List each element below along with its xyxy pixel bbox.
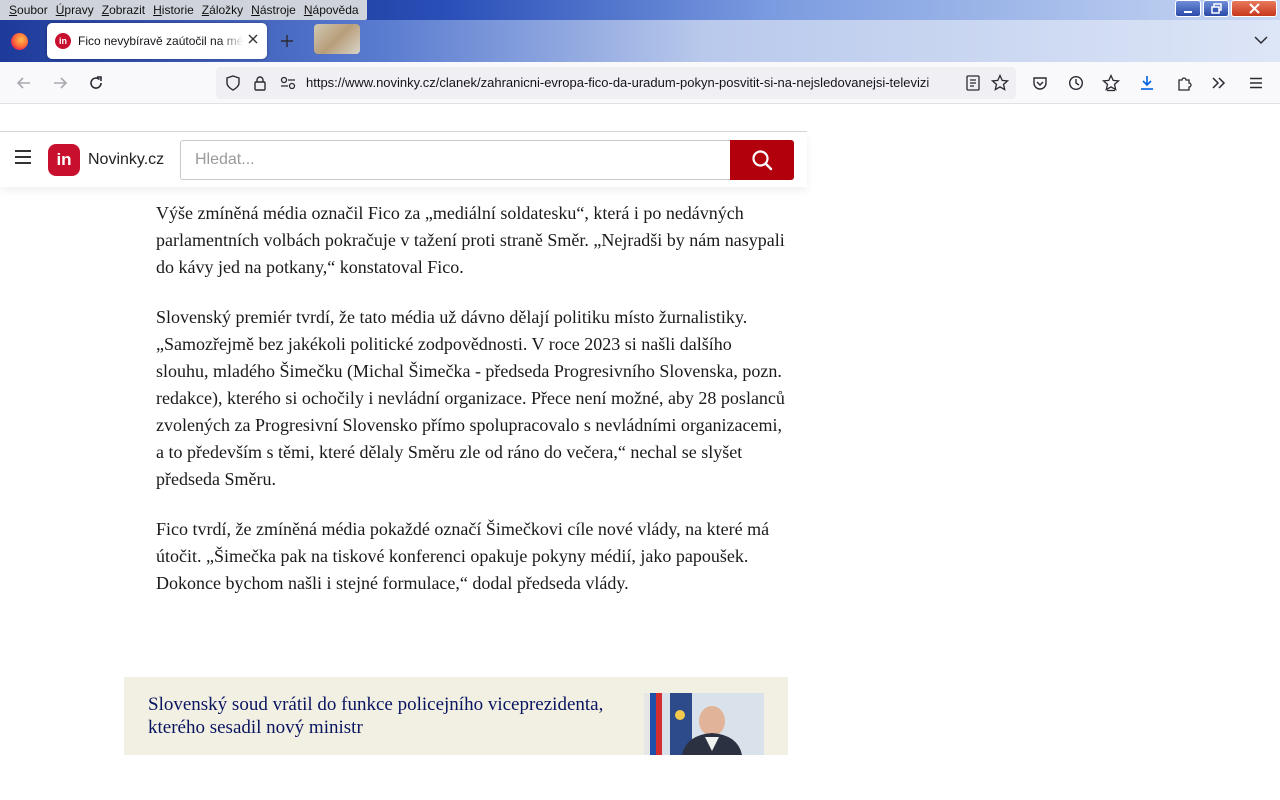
novinky-favicon-icon: in xyxy=(55,33,71,49)
app-menu-hamburger-icon[interactable] xyxy=(1245,72,1267,94)
bookmarks-menu-icon[interactable] xyxy=(1100,72,1122,94)
menu-napoveda[interactable]: Nápověda xyxy=(300,0,363,20)
back-button[interactable] xyxy=(13,72,35,94)
reload-icon xyxy=(90,76,102,89)
tab-title: Fico nevybíravě zaútočil na média xyxy=(78,34,244,48)
lock-icon[interactable] xyxy=(251,74,269,92)
blurred-thumbnail xyxy=(314,24,360,54)
tab-active[interactable]: in Fico nevybíravě zaútočil na média xyxy=(47,23,267,59)
chevron-down-icon xyxy=(1254,36,1268,45)
window-controls xyxy=(1175,0,1277,17)
search-icon xyxy=(752,150,773,171)
tab-close-icon[interactable] xyxy=(247,33,259,49)
permissions-icon[interactable] xyxy=(279,74,297,92)
bookmark-star-icon[interactable] xyxy=(991,74,1009,92)
restore-button[interactable] xyxy=(1203,0,1229,17)
site-menu-hamburger-icon[interactable] xyxy=(15,150,31,168)
new-tab-button[interactable] xyxy=(280,30,294,52)
search-input[interactable] xyxy=(180,140,731,180)
extensions-puzzle-icon[interactable] xyxy=(1173,72,1195,94)
forward-arrow-icon xyxy=(54,77,68,89)
pocket-icon[interactable] xyxy=(1029,72,1051,94)
search-button[interactable] xyxy=(730,140,794,180)
forward-button[interactable] xyxy=(49,72,71,94)
minimize-button[interactable] xyxy=(1175,0,1201,17)
downloads-icon[interactable] xyxy=(1136,72,1158,94)
menu-zalozky[interactable]: Záložky xyxy=(198,0,247,20)
article-paragraph: Fico tvrdí, že zmíněná média pokaždé ozn… xyxy=(156,519,770,593)
related-article-image[interactable] xyxy=(644,693,764,755)
web-page: in Novinky.cz Výše zmíněná média označil… xyxy=(0,104,1280,800)
reload-button[interactable] xyxy=(85,72,107,94)
novinky-logo[interactable]: in xyxy=(48,144,80,176)
list-all-tabs-button[interactable] xyxy=(1254,32,1268,48)
tab-strip: in Fico nevybíravě zaútočil na média xyxy=(0,20,1280,62)
site-name[interactable]: Novinky.cz xyxy=(88,151,164,169)
article-paragraph: Slovenský premiér tvrdí, že tato média u… xyxy=(156,307,785,489)
address-bar[interactable]: https://www.novinky.cz/clanek/zahranicni… xyxy=(216,67,1016,99)
menu-bar: Soubor Úpravy Zobrazit Historie Záložky … xyxy=(0,0,367,20)
related-article-card[interactable]: Slovenský soud vrátil do funkce policejn… xyxy=(124,677,788,755)
menu-historie[interactable]: Historie xyxy=(149,0,198,20)
minimize-icon xyxy=(1184,10,1192,13)
overflow-chevrons-icon[interactable] xyxy=(1208,72,1230,94)
related-article-title[interactable]: Slovenský soud vrátil do funkce policejn… xyxy=(148,693,628,739)
restore-icon xyxy=(1210,3,1222,14)
firefox-view-icon[interactable] xyxy=(11,33,28,50)
menu-zobrazit[interactable]: Zobrazit xyxy=(98,0,149,20)
article-body: Výše zmíněná média označil Fico za „medi… xyxy=(156,200,786,620)
site-header: in Novinky.cz xyxy=(0,131,807,187)
url-text[interactable]: https://www.novinky.cz/clanek/zahranicni… xyxy=(306,75,958,90)
menu-nastroje[interactable]: Nástroje xyxy=(247,0,300,20)
plus-icon xyxy=(281,35,293,47)
navigation-toolbar: https://www.novinky.cz/clanek/zahranicni… xyxy=(0,62,1280,104)
tracking-protection-shield-icon[interactable] xyxy=(224,74,242,92)
back-arrow-icon xyxy=(16,77,30,89)
close-window-button[interactable] xyxy=(1231,0,1277,17)
menu-soubor[interactable]: Soubor xyxy=(5,0,52,20)
reader-view-icon[interactable] xyxy=(964,74,982,92)
menu-upravy[interactable]: Úpravy xyxy=(52,0,98,20)
history-clock-icon[interactable] xyxy=(1065,72,1087,94)
article-paragraph: Výše zmíněná média označil Fico za „medi… xyxy=(156,203,785,277)
close-icon xyxy=(1248,3,1260,14)
